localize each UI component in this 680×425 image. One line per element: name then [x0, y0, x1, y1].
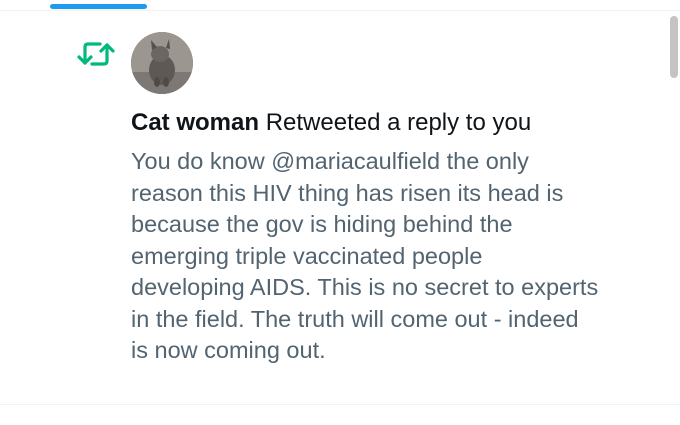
bottom-divider — [0, 404, 680, 405]
reply-text-line: is now coming out. — [131, 337, 326, 363]
reply-text: You do know @mariacaulfield the only rea… — [131, 146, 661, 367]
reply-text-line: because the gov is hiding behind the — [131, 211, 513, 237]
user-name[interactable]: Cat woman — [131, 109, 259, 136]
reply-text-line: reason this HIV thing has risen its head… — [131, 179, 564, 206]
reply-text-line: developing AIDS. This is no secret to ex… — [131, 274, 599, 300]
top-divider — [0, 10, 680, 11]
reply-text-line: emerging triple vaccinated people — [131, 242, 483, 269]
notification-headline: Cat woman Retweeted a reply to you — [131, 108, 651, 138]
reply-text-line: You do know @mariacaulfield the only — [131, 148, 529, 174]
reply-text-line: in the field. The truth will come out - … — [131, 305, 579, 332]
avatar[interactable] — [131, 32, 193, 94]
notification-page: Cat woman Retweeted a reply to you You d… — [0, 0, 680, 425]
retweet-icon — [76, 37, 116, 71]
notification-action-text: Retweeted a reply to you — [265, 109, 532, 136]
active-tab-indicator — [50, 4, 147, 9]
scrollbar[interactable] — [670, 16, 678, 78]
